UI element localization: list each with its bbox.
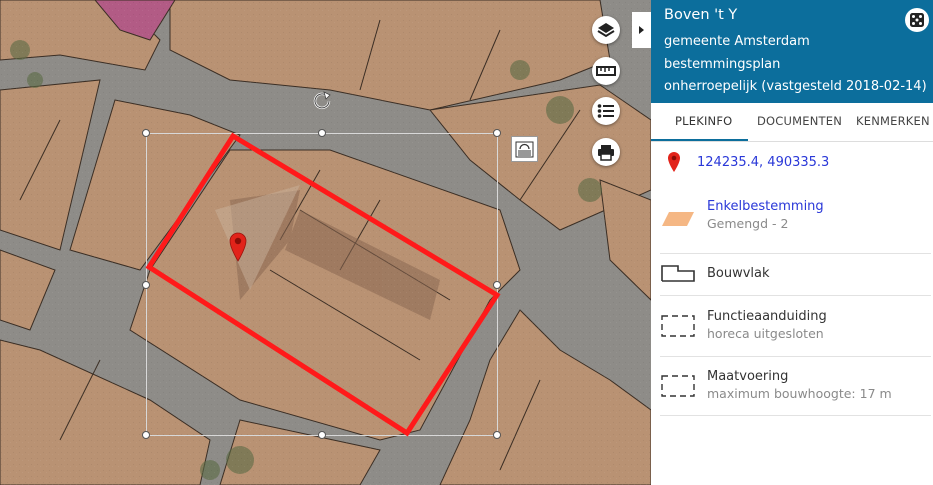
item-title: Functieaanduiding bbox=[707, 309, 827, 324]
print-button[interactable] bbox=[592, 138, 620, 166]
resize-handle-b[interactable] bbox=[318, 431, 326, 439]
layers-icon bbox=[597, 23, 615, 38]
resize-handle-t[interactable] bbox=[318, 129, 326, 137]
legend-item-maatvoering[interactable]: Maatvoering maximum bouwhoogte: 17 m bbox=[651, 357, 933, 415]
selection-box[interactable] bbox=[0, 0, 651, 485]
resize-handle-br[interactable] bbox=[493, 431, 501, 439]
legend-item-bouwvlak[interactable]: Bouwvlak bbox=[651, 254, 933, 294]
tab-plekinfo[interactable]: PLEKINFO bbox=[675, 114, 732, 128]
tab-divider bbox=[651, 141, 933, 142]
info-panel: Boven 't Y gemeente Amsterdam bestemming… bbox=[651, 0, 933, 485]
legend-button[interactable] bbox=[592, 97, 620, 125]
resize-handle-l[interactable] bbox=[142, 281, 150, 289]
coordinates-link[interactable]: 124235.4, 490335.3 bbox=[697, 155, 829, 170]
label-stamp-icon[interactable] bbox=[511, 136, 538, 162]
map-view[interactable] bbox=[0, 0, 651, 485]
resize-handle-bl[interactable] bbox=[142, 431, 150, 439]
municipality: gemeente Amsterdam bbox=[664, 34, 810, 49]
divider bbox=[660, 415, 931, 416]
resize-handle-tl[interactable] bbox=[142, 129, 150, 137]
item-subtitle: Gemengd - 2 bbox=[707, 216, 789, 231]
dashed-box-icon bbox=[661, 315, 695, 337]
chevron-right-icon bbox=[639, 26, 644, 34]
dashed-box-icon bbox=[661, 375, 695, 397]
tab-kenmerken[interactable]: KENMERKEN bbox=[856, 114, 930, 128]
item-subtitle: maximum bouwhoogte: 17 m bbox=[707, 386, 892, 401]
random-location-button[interactable] bbox=[905, 8, 929, 32]
highlighted-parcel bbox=[145, 132, 501, 437]
item-title: Maatvoering bbox=[707, 369, 789, 384]
coordinates-row: 124235.4, 490335.3 bbox=[651, 150, 933, 186]
measure-button[interactable] bbox=[592, 57, 620, 85]
item-title: Bouwvlak bbox=[707, 266, 770, 281]
dice-icon bbox=[910, 13, 924, 27]
layers-button[interactable] bbox=[592, 16, 620, 44]
panel-header: Boven 't Y gemeente Amsterdam bestemming… bbox=[651, 0, 933, 103]
zoning-swatch-icon bbox=[662, 212, 694, 226]
item-subtitle: horeca uitgesloten bbox=[707, 326, 824, 341]
legend-item-functieaanduiding[interactable]: Functieaanduiding horeca uitgesloten bbox=[651, 296, 933, 356]
rotate-icon[interactable] bbox=[312, 90, 332, 110]
tab-documenten[interactable]: DOCUMENTEN bbox=[757, 114, 842, 128]
printer-icon bbox=[598, 144, 614, 161]
plan-status: onherroepelijk (vastgesteld 2018-02-14) bbox=[664, 79, 927, 94]
plan-type: bestemmingsplan bbox=[664, 57, 781, 72]
item-title[interactable]: Enkelbestemming bbox=[707, 199, 824, 214]
list-icon bbox=[597, 104, 614, 118]
legend-item-enkelbestemming[interactable]: Enkelbestemming Gemengd - 2 bbox=[651, 188, 933, 252]
map-marker-icon bbox=[668, 152, 680, 172]
building-plane-icon bbox=[661, 265, 695, 282]
collapse-panel-button[interactable] bbox=[632, 12, 651, 48]
ruler-icon bbox=[596, 66, 616, 76]
resize-handle-r[interactable] bbox=[493, 281, 501, 289]
plan-title: Boven 't Y bbox=[664, 7, 738, 23]
map-marker-icon[interactable] bbox=[229, 232, 247, 262]
resize-handle-tr[interactable] bbox=[493, 129, 501, 137]
